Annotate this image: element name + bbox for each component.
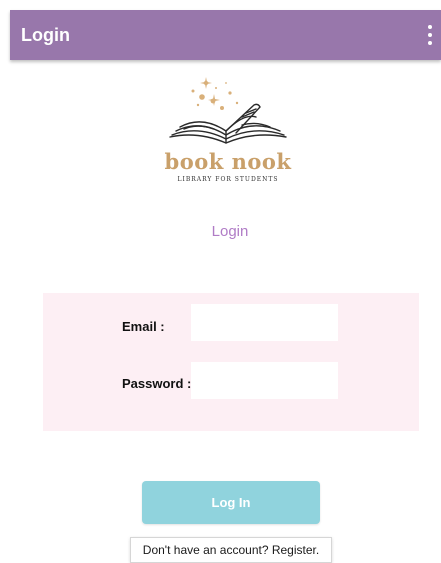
menu-dot [428,25,432,29]
open-book-icon [169,77,287,144]
login-screen: Login book nook LIBRARY FOR STUDENTS Log… [0,0,441,563]
login-button[interactable]: Log In [142,481,320,524]
email-label: Email : [122,319,165,334]
logo-title: book nook [164,149,292,174]
password-label: Password : [122,376,192,391]
menu-dot [428,33,432,37]
app-bar-title: Login [21,25,70,45]
book-outline [169,103,287,144]
email-field[interactable] [191,304,338,341]
app-bar: Login [10,10,441,60]
menu-dot [428,41,432,45]
app-logo: book nook LIBRARY FOR STUDENTS [158,77,298,192]
password-field[interactable] [191,362,338,399]
logo-subtitle: LIBRARY FOR STUDENTS [177,176,279,183]
overflow-menu-icon[interactable] [425,23,435,47]
login-form-panel: Email : Password : [43,293,419,431]
register-link[interactable]: Don't have an account? Register. [130,537,332,563]
page-heading: Login [211,223,249,240]
sparkles [191,77,239,110]
